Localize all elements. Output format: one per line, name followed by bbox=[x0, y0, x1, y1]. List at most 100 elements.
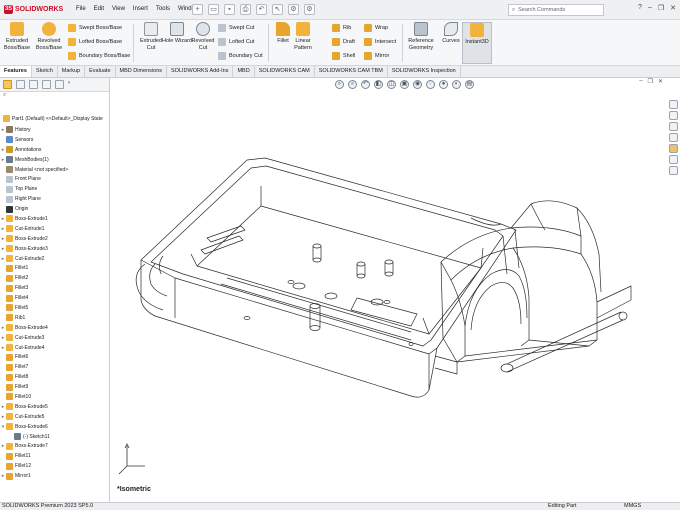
tree-item[interactable]: ▸ Cut-Extrude2 bbox=[0, 254, 110, 264]
solidworks-forum-icon[interactable] bbox=[669, 166, 678, 175]
tree-item[interactable]: Fillet7 bbox=[0, 362, 110, 372]
mirror-button[interactable]: Mirror bbox=[364, 52, 389, 60]
new-icon[interactable]: + bbox=[192, 4, 203, 15]
tree-item[interactable]: Fillet9 bbox=[0, 382, 110, 392]
tree-item[interactable]: Fillet12 bbox=[0, 461, 110, 471]
tree-item[interactable]: Front Plane bbox=[0, 174, 110, 184]
tree-item[interactable]: ▸ Boss-Extrude3 bbox=[0, 244, 110, 254]
tree-item[interactable]: ▸ Mirror1 bbox=[0, 471, 110, 481]
tab-features[interactable]: Features bbox=[0, 66, 32, 77]
swept-boss-button[interactable]: Swept Boss/Base bbox=[68, 24, 122, 32]
wrap-button[interactable]: Wrap bbox=[364, 24, 388, 32]
rib-button[interactable]: Rib bbox=[332, 24, 351, 32]
tab-evaluate[interactable]: Evaluate bbox=[85, 66, 116, 77]
tree-item[interactable]: Fillet8 bbox=[0, 372, 110, 382]
search-box[interactable]: ⌕ Search Commands bbox=[508, 4, 604, 16]
propertymanager-tab-icon[interactable] bbox=[16, 80, 25, 89]
menu-view[interactable]: View bbox=[112, 6, 125, 12]
tab-solidworks-inspection[interactable]: SOLIDWORKS Inspection bbox=[388, 66, 461, 77]
open-icon[interactable]: ▭ bbox=[208, 4, 219, 15]
tree-item[interactable]: Fillet5 bbox=[0, 303, 110, 313]
tree-item[interactable]: Right Plane bbox=[0, 194, 110, 204]
tab-sketch[interactable]: Sketch bbox=[32, 66, 58, 77]
menu-file[interactable]: File bbox=[76, 6, 86, 12]
search-input[interactable]: Search Commands bbox=[518, 7, 565, 13]
tree-item[interactable]: ▾ Boss-Extrude6 bbox=[0, 422, 110, 432]
reference-geometry-button[interactable]: Reference Geometry bbox=[404, 22, 438, 51]
tree-item[interactable]: ▸ Boss-Extrude1 bbox=[0, 214, 110, 224]
custom-properties-icon[interactable] bbox=[669, 155, 678, 164]
undo-icon[interactable]: ↶ bbox=[256, 4, 267, 15]
tree-item[interactable]: Fillet11 bbox=[0, 451, 110, 461]
solidworks-logo[interactable]: 3S SOLIDWORKS bbox=[4, 5, 63, 14]
tree-filter[interactable]: ⌕ bbox=[0, 92, 109, 102]
tree-item[interactable]: Fillet2 bbox=[0, 273, 110, 283]
tree-item[interactable]: Fillet10 bbox=[0, 392, 110, 402]
swept-cut-button[interactable]: Swept Cut bbox=[218, 24, 254, 32]
tree-root[interactable]: Part1 (Default) <<Default>_Display State bbox=[0, 114, 110, 124]
tree-item[interactable]: Sensors bbox=[0, 135, 110, 145]
tree-item[interactable]: ▸ Cut-Extrude4 bbox=[0, 343, 110, 353]
menu-insert[interactable]: Insert bbox=[133, 6, 148, 12]
help-icon[interactable]: ? bbox=[638, 4, 642, 12]
tree-item[interactable]: (-) Sketch11 bbox=[0, 432, 110, 442]
print-icon[interactable]: ⎙ bbox=[240, 4, 251, 15]
tree-item[interactable]: Fillet3 bbox=[0, 283, 110, 293]
shell-button[interactable]: Shell bbox=[332, 52, 355, 60]
restore-icon[interactable]: ❐ bbox=[658, 4, 664, 12]
tree-item[interactable]: Origin bbox=[0, 204, 110, 214]
view-palette-icon[interactable] bbox=[669, 133, 678, 142]
revolved-boss-button[interactable]: Revolved Boss/Base bbox=[34, 22, 64, 51]
graphics-area[interactable]: ⌕ ⌕ ↶ ◧ ◫ ▣ ◉ ◌ ● ◐ ▤ – ❐ ✕ *Isometric bbox=[111, 78, 667, 502]
tree-item[interactable]: ▸ Cut-Extrude5 bbox=[0, 412, 110, 422]
tree-item[interactable]: Fillet1 bbox=[0, 263, 110, 273]
tab-solidworks-add-ins[interactable]: SOLIDWORKS Add-Ins bbox=[167, 66, 234, 77]
configurationmanager-tab-icon[interactable] bbox=[29, 80, 38, 89]
options-icon[interactable]: ⚙ bbox=[304, 4, 315, 15]
tree-item[interactable]: ▸ Annotations bbox=[0, 145, 110, 155]
close-icon[interactable]: ✕ bbox=[670, 4, 676, 12]
select-icon[interactable]: ↖ bbox=[272, 4, 283, 15]
tree-item[interactable]: ▸ History bbox=[0, 125, 110, 135]
tab-mbd-dimensions[interactable]: MBD Dimensions bbox=[116, 66, 167, 77]
tree-item[interactable]: ▸ Cut-Extrude3 bbox=[0, 333, 110, 343]
tree-item[interactable]: ▸ Boss-Extrude4 bbox=[0, 323, 110, 333]
tree-item[interactable]: ▸ Boss-Extrude2 bbox=[0, 234, 110, 244]
lofted-cut-button[interactable]: Lofted Cut bbox=[218, 38, 254, 46]
extruded-boss-button[interactable]: Extruded Boss/Base bbox=[2, 22, 32, 51]
tree-item[interactable]: Fillet4 bbox=[0, 293, 110, 303]
dimxpert-tab-icon[interactable] bbox=[42, 80, 51, 89]
boundary-boss-button[interactable]: Boundary Boss/Base bbox=[68, 52, 130, 60]
tab-mbd[interactable]: MBD bbox=[233, 66, 255, 77]
solidworks-resources-icon[interactable] bbox=[669, 100, 678, 109]
tree-item[interactable]: ▸ Cut-Extrude1 bbox=[0, 224, 110, 234]
display-manager-tab-icon[interactable] bbox=[55, 80, 64, 89]
tree-item[interactable]: ▸ MeshBodies(1) bbox=[0, 155, 110, 165]
save-icon[interactable]: ▪ bbox=[224, 4, 235, 15]
tab-markup[interactable]: Markup bbox=[58, 66, 86, 77]
menu-edit[interactable]: Edit bbox=[94, 6, 104, 12]
revolved-cut-button[interactable]: Revolved Cut bbox=[188, 22, 218, 51]
tree-item[interactable]: Top Plane bbox=[0, 184, 110, 194]
tree-item[interactable]: Rib1 bbox=[0, 313, 110, 323]
tree-item[interactable]: ▸ Boss-Extrude5 bbox=[0, 402, 110, 412]
status-units[interactable]: MMGS bbox=[624, 503, 641, 509]
tree-item[interactable]: Material <not specified> bbox=[0, 165, 110, 175]
rebuild-icon[interactable]: ⚙ bbox=[288, 4, 299, 15]
instant3d-button[interactable]: Instant3D bbox=[462, 22, 492, 64]
tab-solidworks-cam[interactable]: SOLIDWORKS CAM bbox=[255, 66, 315, 77]
tree-item[interactable]: Fillet6 bbox=[0, 352, 110, 362]
draft-button[interactable]: Draft bbox=[332, 38, 355, 46]
lofted-boss-button[interactable]: Lofted Boss/Base bbox=[68, 38, 122, 46]
boundary-cut-button[interactable]: Boundary Cut bbox=[218, 52, 263, 60]
menu-tools[interactable]: Tools bbox=[156, 6, 170, 12]
tab-solidworks-cam-tbm[interactable]: SOLIDWORKS CAM TBM bbox=[315, 66, 388, 77]
design-library-icon[interactable] bbox=[669, 111, 678, 120]
tree-item[interactable]: ▸ Boss-Extrude7 bbox=[0, 442, 110, 452]
appearances-icon[interactable] bbox=[669, 144, 678, 153]
chevron-right-icon[interactable]: › bbox=[68, 80, 77, 89]
intersect-button[interactable]: Intersect bbox=[364, 38, 396, 46]
featuremanager-tab-icon[interactable] bbox=[3, 80, 12, 89]
linear-pattern-button[interactable]: Linear Pattern bbox=[288, 22, 318, 51]
file-explorer-icon[interactable] bbox=[669, 122, 678, 131]
